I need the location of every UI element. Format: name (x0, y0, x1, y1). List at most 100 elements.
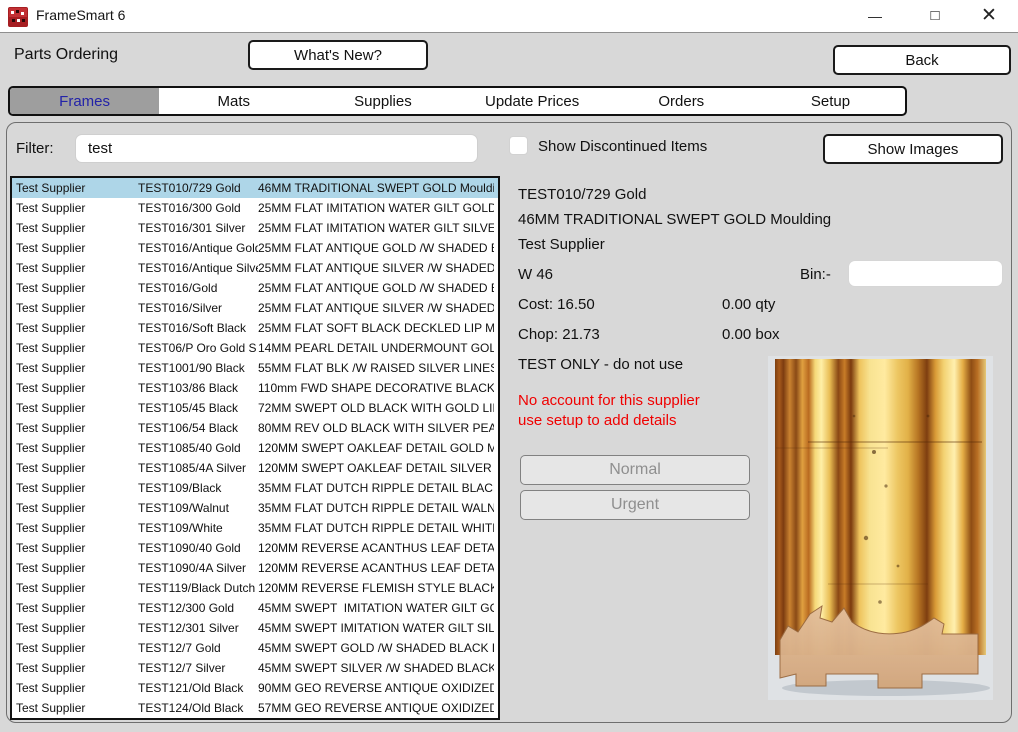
list-item-code: TEST06/P Oro Gold S (138, 338, 258, 358)
list-item-code: TEST1085/4A Silver (138, 458, 258, 478)
detail-note: TEST ONLY - do not use (518, 356, 683, 373)
list-item-supplier: Test Supplier (12, 458, 138, 478)
list-item-supplier: Test Supplier (12, 478, 138, 498)
filter-input[interactable] (75, 134, 478, 163)
list-item-code: TEST103/86 Black (138, 378, 258, 398)
minimize-button[interactable]: — (852, 0, 898, 32)
list-item-desc: 25MM FLAT ANTIQUE GOLD /W SHADED BLA (258, 238, 494, 258)
list-item-desc: 57MM GEO REVERSE ANTIQUE OXIDIZED BL (258, 698, 494, 718)
list-item-desc: 46MM TRADITIONAL SWEPT GOLD Moulding (258, 178, 494, 198)
tab-bar: FramesMatsSuppliesUpdate PricesOrdersSet… (8, 86, 907, 116)
list-item[interactable]: Test SupplierTEST105/45 Black72MM SWEPT … (12, 398, 498, 418)
list-item-supplier: Test Supplier (12, 578, 138, 598)
list-item[interactable]: Test SupplierTEST1090/4A Silver120MM REV… (12, 558, 498, 578)
list-item-supplier: Test Supplier (12, 598, 138, 618)
list-item-desc: 25MM FLAT SOFT BLACK DECKLED LIP Moul (258, 318, 494, 338)
list-item[interactable]: Test SupplierTEST12/300 Gold45MM SWEPT I… (12, 598, 498, 618)
list-item-supplier: Test Supplier (12, 218, 138, 238)
list-item[interactable]: Test SupplierTEST016/Gold25MM FLAT ANTIQ… (12, 278, 498, 298)
list-item-code: TEST12/7 Silver (138, 658, 258, 678)
list-item[interactable]: Test SupplierTEST124/Old Black57MM GEO R… (12, 698, 498, 718)
list-item-code: TEST016/Silver (138, 298, 258, 318)
list-item-desc: 120MM REVERSE ACANTHUS LEAF DETAIL G (258, 538, 494, 558)
list-item[interactable]: Test SupplierTEST12/7 Gold45MM SWEPT GOL… (12, 638, 498, 658)
list-item-supplier: Test Supplier (12, 278, 138, 298)
list-item-code: TEST12/7 Gold (138, 638, 258, 658)
list-item[interactable]: Test SupplierTEST016/301 Silver25MM FLAT… (12, 218, 498, 238)
list-item[interactable]: Test SupplierTEST109/Walnut35MM FLAT DUT… (12, 498, 498, 518)
detail-supplier: Test Supplier (518, 236, 605, 253)
list-item-desc: 72MM SWEPT OLD BLACK WITH GOLD LIP M (258, 398, 494, 418)
list-item[interactable]: Test SupplierTEST1090/40 Gold120MM REVER… (12, 538, 498, 558)
normal-order-button[interactable]: Normal (520, 455, 750, 485)
app-window: FrameSmart 6 — □ ✕ Parts Ordering What's… (0, 0, 1018, 732)
list-item[interactable]: Test SupplierTEST103/86 Black110mm FWD S… (12, 378, 498, 398)
list-item[interactable]: Test SupplierTEST1085/40 Gold120MM SWEPT… (12, 438, 498, 458)
tab-frames[interactable]: Frames (10, 88, 159, 114)
list-item-code: TEST016/300 Gold (138, 198, 258, 218)
list-item[interactable]: Test SupplierTEST016/Antique Gold25MM FL… (12, 238, 498, 258)
back-button[interactable]: Back (833, 45, 1011, 75)
list-item[interactable]: Test SupplierTEST06/P Oro Gold S14MM PEA… (12, 338, 498, 358)
list-item-code: TEST1090/4A Silver (138, 558, 258, 578)
list-item-supplier: Test Supplier (12, 358, 138, 378)
list-item-code: TEST010/729 Gold (138, 178, 258, 198)
list-item-supplier: Test Supplier (12, 338, 138, 358)
detail-description: 46MM TRADITIONAL SWEPT GOLD Moulding (518, 211, 831, 228)
list-item-supplier: Test Supplier (12, 558, 138, 578)
list-item[interactable]: Test SupplierTEST119/Black Dutch120MM RE… (12, 578, 498, 598)
list-item-supplier: Test Supplier (12, 498, 138, 518)
list-item[interactable]: Test SupplierTEST121/Old Black90MM GEO R… (12, 678, 498, 698)
bin-label: Bin:- (800, 266, 831, 283)
urgent-order-button[interactable]: Urgent (520, 490, 750, 520)
list-item[interactable]: Test SupplierTEST109/White35MM FLAT DUTC… (12, 518, 498, 538)
list-item[interactable]: Test SupplierTEST12/7 Silver45MM SWEPT S… (12, 658, 498, 678)
tab-update-prices[interactable]: Update Prices (458, 88, 607, 114)
list-item-code: TEST016/Gold (138, 278, 258, 298)
list-item-desc: 120MM REVERSE ACANTHUS LEAF DETAIL S (258, 558, 494, 578)
show-discontinued-label: Show Discontinued Items (538, 138, 707, 155)
list-item[interactable]: Test SupplierTEST016/300 Gold25MM FLAT I… (12, 198, 498, 218)
show-images-button[interactable]: Show Images (823, 134, 1003, 164)
close-button[interactable]: ✕ (966, 0, 1012, 32)
list-item[interactable]: Test SupplierTEST016/Antique Silver25MM … (12, 258, 498, 278)
list-item-supplier: Test Supplier (12, 618, 138, 638)
list-item[interactable]: Test SupplierTEST016/Soft Black25MM FLAT… (12, 318, 498, 338)
detail-cost: Cost: 16.50 (518, 296, 595, 313)
list-item[interactable]: Test SupplierTEST109/Black35MM FLAT DUTC… (12, 478, 498, 498)
bin-input[interactable] (848, 260, 1003, 287)
app-icon (8, 7, 28, 27)
tab-supplies[interactable]: Supplies (308, 88, 457, 114)
list-item-desc: 45MM SWEPT IMITATION WATER GILT GOL (258, 598, 494, 618)
list-item-supplier: Test Supplier (12, 398, 138, 418)
list-item-desc: 14MM PEARL DETAIL UNDERMOUNT GOLD S (258, 338, 494, 358)
list-item[interactable]: Test SupplierTEST1085/4A Silver120MM SWE… (12, 458, 498, 478)
list-item-desc: 25MM FLAT ANTIQUE GOLD /W SHADED BLA (258, 278, 494, 298)
list-item[interactable]: Test SupplierTEST106/54 Black80MM REV OL… (12, 418, 498, 438)
tab-orders[interactable]: Orders (607, 88, 756, 114)
list-item-desc: 120MM SWEPT OAKLEAF DETAIL GOLD Mou (258, 438, 494, 458)
tab-mats[interactable]: Mats (159, 88, 308, 114)
list-item-supplier: Test Supplier (12, 238, 138, 258)
supplier-warning-line1: No account for this supplier (518, 392, 700, 409)
list-item-code: TEST109/Black (138, 478, 258, 498)
list-item-code: TEST016/Antique Silver (138, 258, 258, 278)
tab-setup[interactable]: Setup (756, 88, 905, 114)
list-item[interactable]: Test SupplierTEST12/301 Silver45MM SWEPT… (12, 618, 498, 638)
list-item-supplier: Test Supplier (12, 538, 138, 558)
list-item[interactable]: Test SupplierTEST1001/90 Black55MM FLAT … (12, 358, 498, 378)
list-item-supplier: Test Supplier (12, 418, 138, 438)
list-item-code: TEST12/300 Gold (138, 598, 258, 618)
filter-label: Filter: (16, 140, 54, 157)
show-discontinued-checkbox[interactable] (509, 136, 528, 155)
list-item[interactable]: Test SupplierTEST010/729 Gold46MM TRADIT… (12, 178, 498, 198)
list-item-code: TEST121/Old Black (138, 678, 258, 698)
list-item-desc: 35MM FLAT DUTCH RIPPLE DETAIL WHITE M (258, 518, 494, 538)
list-item-code: TEST124/Old Black (138, 698, 258, 718)
list-item[interactable]: Test SupplierTEST016/Silver25MM FLAT ANT… (12, 298, 498, 318)
whats-new-button[interactable]: What's New? (248, 40, 428, 70)
list-item-code: TEST12/301 Silver (138, 618, 258, 638)
list-item-code: TEST105/45 Black (138, 398, 258, 418)
maximize-button[interactable]: □ (912, 0, 958, 32)
frame-list[interactable]: Test SupplierTEST010/729 Gold46MM TRADIT… (10, 176, 500, 720)
